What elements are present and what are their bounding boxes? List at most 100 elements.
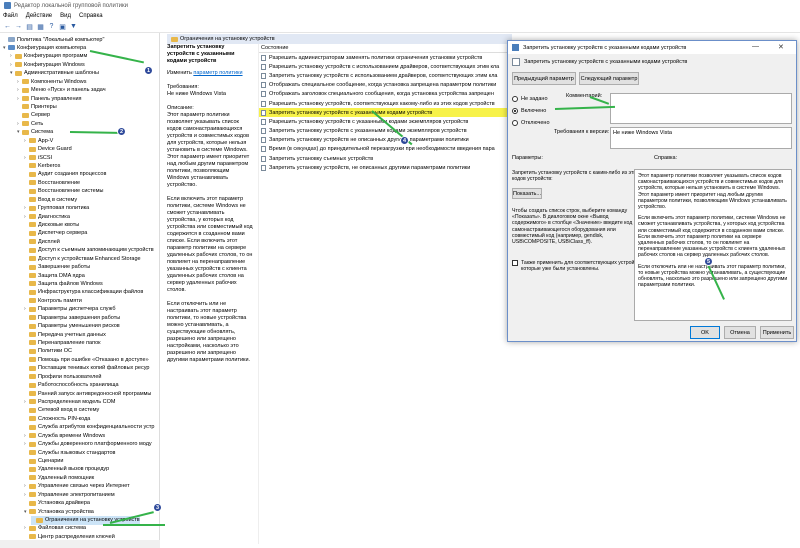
next-setting-button[interactable]: Следующий параметр xyxy=(579,72,639,85)
annotation-badge-2: 2 xyxy=(117,127,126,136)
tree-item-label: Центр распределения ключей xyxy=(38,533,115,540)
folder-icon xyxy=(29,407,36,413)
radio-enabled[interactable]: Включено xyxy=(512,108,546,114)
apply-existing-checkbox[interactable]: Также применить для соответствующих устр… xyxy=(512,260,647,272)
folder-icon xyxy=(22,87,29,93)
folder-icon xyxy=(29,205,36,211)
setting-icon xyxy=(261,72,266,79)
column-header-state[interactable]: Состояние xyxy=(259,44,508,53)
checkbox-box xyxy=(512,260,518,266)
setting-label: Запретить установку устройств с указанны… xyxy=(269,128,467,135)
radio-disabled[interactable]: Отключено xyxy=(512,120,550,126)
tree-item-label: Групповая политика xyxy=(38,205,90,212)
edit-prefix: Изменить xyxy=(167,70,192,76)
setting-row[interactable]: Запретить установку устройств с использо… xyxy=(259,71,508,80)
folder-icon xyxy=(29,146,36,152)
setting-icon xyxy=(261,155,266,162)
close-icon[interactable]: ✕ xyxy=(778,43,784,51)
radio-not-configured[interactable]: Не задано xyxy=(512,96,548,102)
description-label: Описание: xyxy=(167,105,194,111)
folder-icon xyxy=(29,315,36,321)
cancel-button[interactable]: Отмена xyxy=(724,326,756,339)
gpedit-app-icon xyxy=(4,2,11,9)
policy-icon xyxy=(512,44,519,51)
setting-row[interactable]: Запретить установку съемных устройств xyxy=(259,154,508,163)
setting-row[interactable]: Запретить установку устройств, не описан… xyxy=(259,163,508,172)
policy-tree: Политика "Локальный компьютер" ▾ Конфигура… xyxy=(0,33,160,548)
folder-icon xyxy=(29,222,36,228)
window-titlebar: Редактор локальной групповой политики xyxy=(0,0,800,11)
setting-row[interactable]: Разрешить установку устройств с использо… xyxy=(259,62,508,71)
minimize-icon[interactable]: — xyxy=(752,43,759,50)
setting-row[interactable]: Разрешить установку устройств, соответст… xyxy=(259,99,508,108)
setting-row[interactable]: Запретить установку устройств с указанны… xyxy=(259,108,508,118)
description-p2: Если включить этот параметр политики, си… xyxy=(167,196,253,293)
setting-row[interactable]: Запретить установку устройств не описанн… xyxy=(259,136,508,145)
folder-icon xyxy=(29,399,36,405)
folder-icon xyxy=(29,534,36,540)
apply-button[interactable]: Применить xyxy=(760,326,794,339)
radio-dot xyxy=(512,96,518,102)
tree-item-label: Политика "Локальный компьютер" xyxy=(17,36,105,43)
folder-icon xyxy=(29,441,36,447)
folder-icon xyxy=(29,273,36,279)
version-requirements-value: Не ниже Windows Vista xyxy=(613,130,672,136)
forward-icon[interactable]: → xyxy=(14,22,23,31)
show-tree-icon[interactable]: ▤ xyxy=(25,22,34,31)
setting-row[interactable]: Время (в секундах) до принудительной пер… xyxy=(259,145,508,154)
tree-scrollbar[interactable] xyxy=(0,540,160,548)
help-label: Справка: xyxy=(654,155,678,161)
previous-setting-button[interactable]: Предыдущий параметр xyxy=(512,72,576,85)
setting-row[interactable]: Отображать заголовок специального сообще… xyxy=(259,90,508,99)
parameters-prompt: Запретить установку устройств с каким-ли… xyxy=(512,170,639,183)
menu-help[interactable]: Справка xyxy=(79,13,103,19)
tree-item-label: Удаленный помощник xyxy=(38,474,95,481)
content-header: Ограничения на установку устройств xyxy=(167,34,512,44)
folder-icon xyxy=(29,365,36,371)
show-button[interactable]: Показать... xyxy=(512,188,542,199)
setting-icon xyxy=(261,63,266,70)
tree-item-label: Восстановление xyxy=(38,179,81,186)
back-icon[interactable]: ← xyxy=(3,22,12,31)
folder-icon xyxy=(29,163,36,169)
filter-icon[interactable]: ▼ xyxy=(69,22,78,31)
tree-item-label: Службы доверенного платформенного моду xyxy=(38,441,152,448)
menu-file[interactable]: Файл xyxy=(3,13,18,19)
folder-icon xyxy=(29,289,36,295)
setting-row[interactable]: Отображать специальное сообщение, когда … xyxy=(259,81,508,90)
edit-policy-link[interactable]: параметр политики xyxy=(193,70,242,76)
ok-button[interactable]: OK xyxy=(690,326,720,339)
tree-item-label: Диспетчер сервера xyxy=(38,230,88,237)
tree-item-label: Политики ОС xyxy=(38,348,73,355)
setting-icon xyxy=(261,109,266,116)
tree-item-label: Служба атрибутов конфиденциальности устр xyxy=(38,424,155,431)
tree-item-label: iSCSI xyxy=(38,154,53,161)
tree-item-label: Система xyxy=(31,129,54,136)
setting-row[interactable]: Разрешить администраторам заменять полит… xyxy=(259,53,508,62)
setting-label: Отображать заголовок специального сообще… xyxy=(269,91,494,98)
tree-item-label: Установка драйвера xyxy=(38,500,90,507)
menu-action[interactable]: Действие xyxy=(26,13,52,19)
setting-label: Разрешить установку устройств с указанны… xyxy=(269,118,469,125)
requirements-label: Требования: xyxy=(167,84,199,90)
folder-icon xyxy=(15,62,22,68)
tree-item-label: Device Guard xyxy=(38,146,72,153)
tree-item-label: Профили пользователей xyxy=(38,373,102,380)
export-icon[interactable]: ▣ xyxy=(58,22,67,31)
tree-item-label: Панель управления xyxy=(31,95,82,102)
comment-field[interactable] xyxy=(610,93,792,124)
properties-icon[interactable]: ▦ xyxy=(36,22,45,31)
help-p1: Этот параметр политики позволяет указыва… xyxy=(638,173,787,211)
folder-icon xyxy=(29,256,36,262)
folder-icon xyxy=(29,525,36,531)
setting-icon xyxy=(261,128,266,135)
setting-icon xyxy=(261,146,266,153)
policy-icon xyxy=(8,37,15,42)
folder-icon xyxy=(29,340,36,346)
help-icon[interactable]: ? xyxy=(47,22,56,31)
setting-label: Разрешить администраторам заменять полит… xyxy=(269,54,483,61)
setting-row[interactable]: Запретить установку устройств с указанны… xyxy=(259,127,508,136)
folder-icon xyxy=(29,239,36,245)
setting-label: Запретить установку съемных устройств xyxy=(269,155,374,162)
menu-view[interactable]: Вид xyxy=(60,13,71,19)
